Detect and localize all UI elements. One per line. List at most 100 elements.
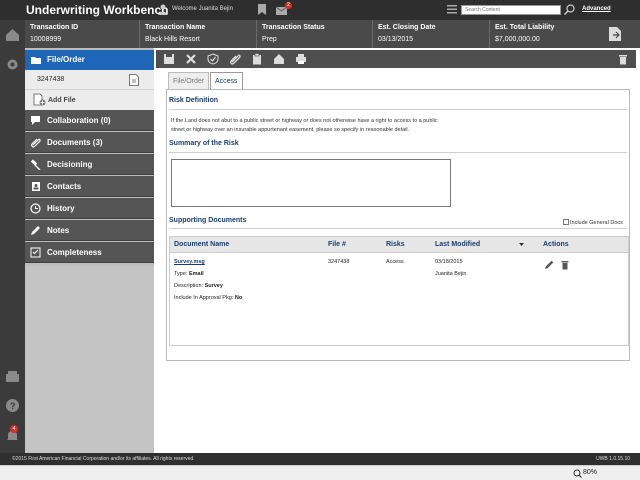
search-input[interactable] (461, 5, 561, 15)
nav-item-label: History (47, 204, 75, 213)
document-name-link[interactable]: Survey.msg (174, 259, 205, 265)
export-icon[interactable] (608, 26, 622, 42)
zoom-icon[interactable] (573, 469, 582, 478)
advanced-search-link[interactable]: Advanced (582, 6, 611, 12)
delete-icon[interactable] (560, 260, 570, 270)
divider (169, 228, 627, 229)
approval-label: Include In Approval Pkg: (174, 295, 234, 301)
attach-icon[interactable] (229, 53, 241, 65)
closing-date-col: Est. Closing Date 03/13/2015 (373, 20, 490, 48)
summary-risk-title: Summary of the Risk (169, 140, 239, 147)
menu-icon[interactable] (447, 5, 457, 14)
transaction-name-col: Transaction Name Black Hills Resort (140, 20, 257, 48)
risk-definition-title: Risk Definition (169, 97, 219, 104)
type-label: Type: (174, 271, 188, 277)
browser-status-bar: 80% (0, 465, 640, 480)
home-icon[interactable] (5, 27, 20, 42)
copyright-text: ©2015 First American Financial Corporati… (12, 456, 195, 462)
include-general-docs-checkbox[interactable]: Include General Docs (563, 219, 623, 226)
nav-item-label: Collaboration (0) (47, 116, 111, 125)
mail-count-badge: 2 (285, 2, 292, 9)
risk-definition-line-2: street or highway over an insurable appu… (171, 127, 410, 133)
app-title: Underwriting Workbench (26, 3, 169, 17)
clock-icon (30, 203, 41, 214)
add-file-label: Add File (48, 97, 76, 104)
risk-definition-text: If the Land does not abut to a public st… (171, 117, 471, 135)
file-number-item[interactable]: 3247438 (25, 70, 154, 90)
column-header[interactable]: Document Name (174, 241, 229, 248)
nav-item-label: Notes (47, 226, 70, 235)
column-header[interactable]: Last Modified (435, 241, 480, 248)
transaction-name-label: Transaction Name (145, 24, 206, 31)
trash-icon[interactable] (617, 53, 629, 65)
total-liability-label: Est. Total Liability (495, 24, 555, 31)
risks-cell: Access (386, 259, 404, 265)
gavel-icon (30, 159, 41, 170)
nav-item-documents[interactable]: Documents (3) (25, 132, 154, 153)
check-shield-icon[interactable] (207, 53, 219, 65)
modified-by-cell: Juanita Bejin (435, 271, 467, 277)
type-value: Email (188, 271, 204, 277)
clipboard-icon[interactable] (251, 53, 263, 65)
nav-empty-area (25, 266, 154, 453)
tab-file-order[interactable]: File/Order (168, 72, 210, 89)
transaction-id-col: Transaction ID 10008999 (25, 20, 140, 48)
nav-item-history[interactable]: History (25, 198, 154, 219)
sort-desc-icon[interactable] (519, 242, 524, 247)
left-rail: ? 4 (0, 20, 25, 453)
nav-item-contacts[interactable]: Contacts (25, 176, 154, 197)
document-description: Description: Survey (174, 283, 223, 289)
transaction-status-value: Prep (262, 36, 277, 43)
search-icon[interactable] (564, 4, 575, 15)
checklist-icon (30, 247, 41, 258)
include-general-docs-label: Include General Docs (570, 220, 623, 226)
alert-count-badge: 4 (10, 425, 18, 433)
print-icon[interactable] (295, 53, 307, 65)
transaction-id-label: Transaction ID (30, 24, 79, 31)
nav-item-file-order[interactable]: File/Order (25, 50, 154, 70)
closing-date-label: Est. Closing Date (378, 24, 436, 31)
total-liability-value: $7,000,000.00 (495, 36, 540, 43)
version-text: UWB 1.0.15.10 (596, 456, 630, 462)
document-type: Type: Email (174, 271, 204, 277)
main-panel: File/Order Access Risk Definition If the… (156, 48, 640, 453)
column-header[interactable]: Risks (386, 241, 405, 248)
column-header[interactable]: File # (328, 241, 346, 248)
svg-text:?: ? (10, 401, 16, 411)
save-icon[interactable] (163, 53, 175, 65)
summary-risk-textarea[interactable] (171, 159, 451, 207)
pencil-icon (31, 226, 40, 235)
chat-icon (31, 116, 40, 125)
nav-item-label: File/Order (47, 55, 85, 64)
table-header: Document Name File # Risks Last Modified… (170, 237, 628, 253)
help-icon[interactable]: ? (5, 398, 20, 413)
pdf-icon[interactable] (129, 74, 139, 86)
transaction-header: Transaction ID 10008999 Transaction Name… (25, 20, 640, 48)
edit-icon[interactable] (544, 260, 554, 270)
folder-icon (31, 57, 41, 64)
nav-item-completeness[interactable]: Completeness (25, 242, 154, 263)
nav-item-label: Completeness (47, 248, 102, 257)
zoom-level[interactable]: 80% (583, 469, 597, 476)
nav-item-notes[interactable]: Notes (25, 220, 154, 241)
gear-icon[interactable] (5, 57, 20, 72)
divider (169, 109, 627, 110)
bookmark-icon[interactable] (258, 4, 266, 15)
house-icon[interactable] (273, 53, 285, 65)
nav-item-collaboration[interactable]: Collaboration (0) (25, 110, 154, 131)
transaction-status-label: Transaction Status (262, 24, 325, 31)
nav-item-decisioning[interactable]: Decisioning (25, 154, 154, 175)
address-book-icon (32, 182, 40, 191)
tab-access[interactable]: Access (210, 72, 243, 89)
approval-value: No (234, 295, 243, 301)
file-number-cell: 3247438 (328, 259, 350, 265)
user-icon[interactable] (158, 4, 168, 15)
transaction-id-value: 10008999 (30, 36, 62, 43)
close-icon[interactable] (185, 53, 197, 65)
add-file-button[interactable]: Add File (25, 90, 154, 110)
checkbox-box[interactable] (563, 219, 569, 225)
documents-table: Document Name File # Risks Last Modified… (169, 236, 629, 346)
nav-item-label: Contacts (47, 182, 82, 191)
paperclip-icon (31, 138, 41, 148)
phone-icon[interactable] (5, 369, 20, 384)
